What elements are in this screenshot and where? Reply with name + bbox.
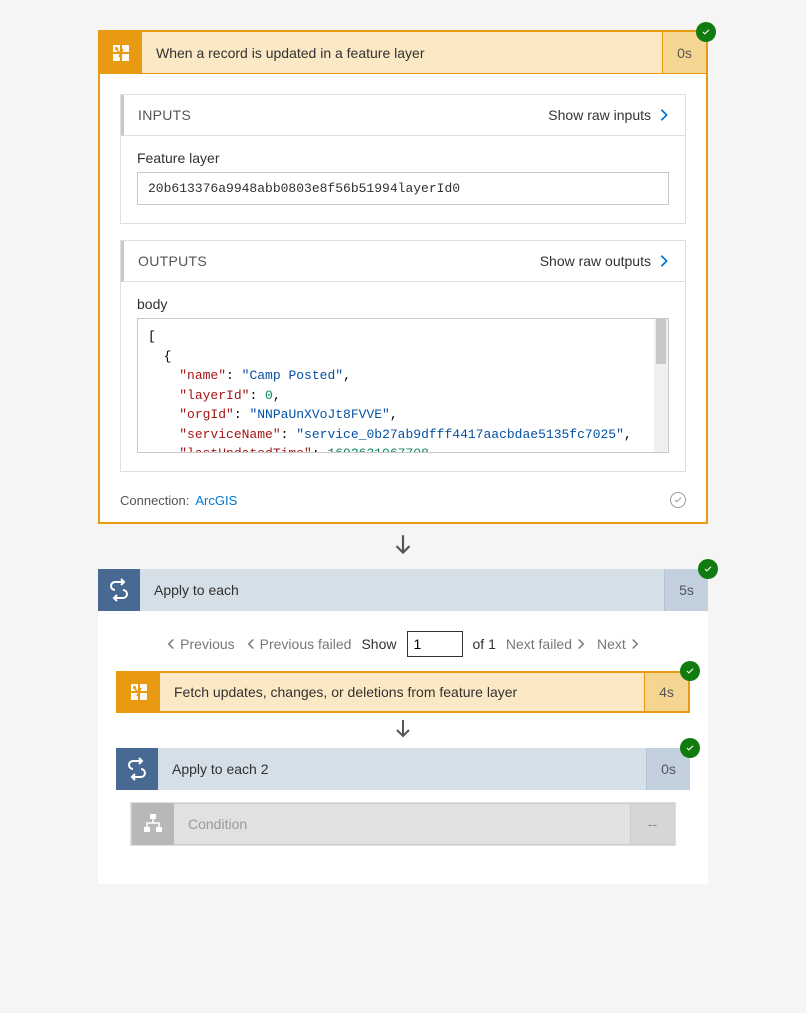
- chevron-left-icon: [245, 638, 257, 650]
- show-raw-inputs-text: Show raw inputs: [548, 107, 651, 123]
- condition-title: Condition: [174, 816, 630, 832]
- fetch-duration: 4s: [644, 673, 688, 711]
- chevron-left-icon: [165, 638, 177, 650]
- show-raw-outputs-text: Show raw outputs: [540, 253, 651, 269]
- loop-header[interactable]: Apply to each 5s: [98, 569, 708, 611]
- feature-layer-value: 20b613376a9948abb0803e8f56b51994layerId0: [137, 172, 669, 205]
- loop-body: Previous Previous failed Show of 1 Next …: [98, 611, 708, 884]
- pager-previous[interactable]: Previous: [165, 636, 234, 652]
- apply-to-each-card[interactable]: Apply to each 5s Previous Previous faile…: [98, 569, 708, 884]
- feature-layer-label: Feature layer: [137, 150, 669, 166]
- pager-next-failed[interactable]: Next failed: [506, 636, 587, 652]
- loop-icon: [116, 748, 158, 790]
- arcgis-icon: [100, 32, 142, 74]
- loop2-body: Condition --: [116, 790, 690, 860]
- checkmark-icon: [684, 742, 696, 754]
- outputs-header: OUTPUTS Show raw outputs: [121, 241, 685, 282]
- iteration-pager: Previous Previous failed Show of 1 Next …: [116, 625, 690, 671]
- pager-of-label: of 1: [473, 636, 496, 652]
- outputs-label: OUTPUTS: [138, 253, 540, 269]
- pager-show-label: Show: [361, 636, 396, 652]
- show-raw-inputs-link[interactable]: Show raw inputs: [548, 107, 671, 123]
- success-badge: [680, 661, 700, 681]
- chevron-right-icon: [657, 254, 671, 268]
- trigger-header[interactable]: When a record is updated in a feature la…: [100, 32, 706, 74]
- fetch-header[interactable]: Fetch updates, changes, or deletions fro…: [116, 671, 690, 713]
- trigger-card[interactable]: When a record is updated in a feature la…: [98, 30, 708, 524]
- flow-run-view: When a record is updated in a feature la…: [0, 30, 806, 884]
- connection-label: Connection:: [120, 493, 189, 508]
- chevron-right-icon: [657, 108, 671, 122]
- checkmark-icon: [684, 665, 696, 677]
- condition-duration: --: [630, 804, 674, 844]
- connection-row: Connection: ArcGIS: [100, 492, 706, 522]
- pager-previous-failed[interactable]: Previous failed: [245, 636, 352, 652]
- trigger-title: When a record is updated in a feature la…: [142, 45, 662, 61]
- pager-next[interactable]: Next: [597, 636, 641, 652]
- loop-title: Apply to each: [140, 582, 664, 598]
- flow-arrow: [116, 717, 690, 744]
- condition-card[interactable]: Condition --: [130, 802, 676, 846]
- pager-page-input[interactable]: [407, 631, 463, 657]
- flow-arrow: [390, 532, 416, 561]
- body-label: body: [137, 296, 669, 312]
- chevron-right-icon: [629, 638, 641, 650]
- condition-icon: [132, 803, 174, 845]
- success-badge: [696, 22, 716, 42]
- chevron-right-icon: [575, 638, 587, 650]
- arcgis-icon: [118, 671, 160, 713]
- fetch-title: Fetch updates, changes, or deletions fro…: [160, 684, 644, 700]
- success-badge: [698, 559, 718, 579]
- show-raw-outputs-link[interactable]: Show raw outputs: [540, 253, 671, 269]
- outputs-section: OUTPUTS Show raw outputs body [ { "name"…: [120, 240, 686, 472]
- loop2-title: Apply to each 2: [158, 761, 646, 777]
- connection-ok-icon: [670, 492, 686, 508]
- loop-icon: [98, 569, 140, 611]
- fetch-updates-card[interactable]: Fetch updates, changes, or deletions fro…: [116, 671, 690, 713]
- json-body-preview[interactable]: [ { "name": "Camp Posted", "layerId": 0,…: [137, 318, 669, 453]
- trigger-body: INPUTS Show raw inputs Feature layer 20b…: [100, 74, 706, 492]
- connection-link[interactable]: ArcGIS: [195, 493, 237, 508]
- loop2-header[interactable]: Apply to each 2 0s: [116, 748, 690, 790]
- checkmark-icon: [700, 26, 712, 38]
- apply-to-each-2-card[interactable]: Apply to each 2 0s Condition --: [116, 748, 690, 860]
- inputs-section: INPUTS Show raw inputs Feature layer 20b…: [120, 94, 686, 224]
- success-badge: [680, 738, 700, 758]
- inputs-header: INPUTS Show raw inputs: [121, 95, 685, 136]
- inputs-label: INPUTS: [138, 107, 548, 123]
- checkmark-icon: [702, 563, 714, 575]
